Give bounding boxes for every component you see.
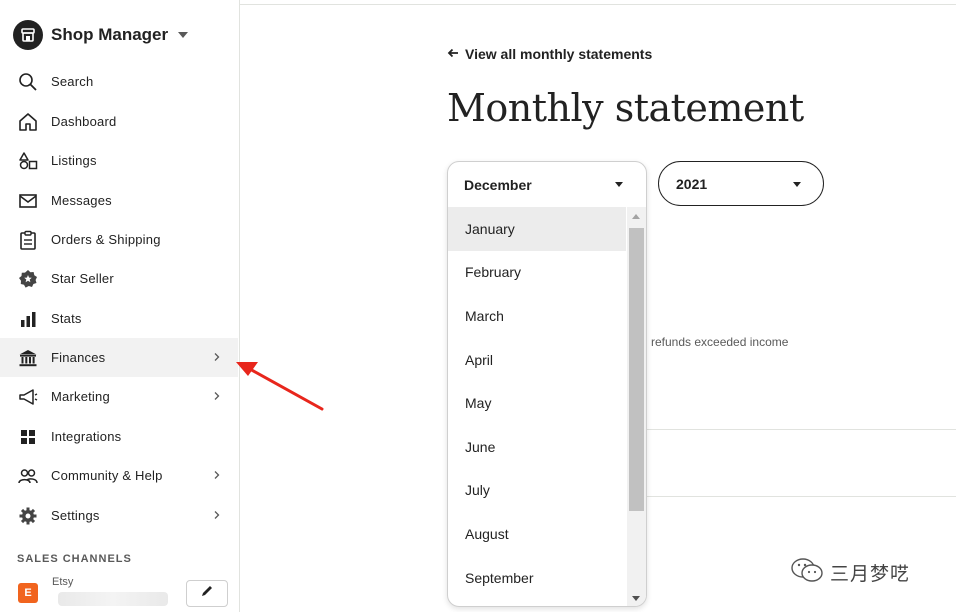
sidebar-item-label: Marketing (51, 389, 110, 404)
etsy-channel-label: Etsy (52, 576, 74, 588)
chevron-right-icon (211, 390, 223, 402)
page-title: Monthly statement (447, 86, 804, 130)
scroll-down-arrow-icon[interactable] (632, 596, 640, 601)
sidebar-item-settings[interactable]: Settings (0, 496, 238, 535)
sidebar-item-label: Stats (51, 311, 82, 326)
sidebar-item-label: Listings (51, 153, 97, 168)
redacted-shop-name (58, 592, 168, 606)
wechat-logo-icon (790, 557, 824, 588)
shop-manager-title: Shop Manager (51, 25, 169, 44)
back-to-statements-link[interactable]: View all monthly statements (447, 46, 652, 62)
month-dropdown-list: January February March April May June Ju… (448, 207, 626, 599)
month-select-selected: December (464, 176, 532, 193)
chevron-right-icon (211, 351, 223, 363)
sidebar-item-messages[interactable]: Messages (0, 181, 238, 220)
caret-down-icon (615, 182, 623, 187)
etsy-badge: E (18, 583, 38, 603)
bank-icon (18, 348, 38, 368)
month-option-july[interactable]: July (448, 469, 626, 513)
scrollbar-thumb[interactable] (629, 228, 644, 511)
pencil-icon (200, 584, 214, 603)
sidebar-item-label: Search (51, 74, 94, 89)
sidebar-item-label: Messages (51, 193, 112, 208)
chevron-right-icon (211, 509, 223, 521)
sidebar-item-finances[interactable]: Finances (0, 338, 238, 377)
bar-chart-icon (18, 309, 38, 329)
sidebar-item-label: Community & Help (51, 468, 163, 483)
sidebar-item-integrations[interactable]: Integrations (0, 417, 238, 456)
sidebar-item-orders-shipping[interactable]: Orders & Shipping (0, 220, 238, 259)
back-link-label: View all monthly statements (465, 46, 653, 62)
home-icon (18, 112, 38, 132)
caret-down-icon (178, 32, 189, 38)
caret-down-icon (793, 182, 801, 187)
sidebar-item-search[interactable]: Search (0, 62, 238, 101)
search-icon (18, 72, 38, 92)
month-option-may[interactable]: May (448, 381, 626, 425)
year-select-value: 2021 (676, 175, 708, 192)
sales-channel-etsy[interactable]: E Etsy (18, 576, 168, 606)
watermark: 三月梦呓 (790, 557, 910, 588)
sidebar-item-label: Star Seller (51, 271, 114, 286)
month-option-august[interactable]: August (448, 512, 626, 556)
top-border (240, 4, 956, 5)
shop-manager-menu[interactable]: Shop Manager (13, 20, 189, 50)
chevron-right-icon (211, 469, 223, 481)
gear-icon (18, 506, 38, 526)
sidebar-item-label: Settings (51, 508, 100, 523)
month-option-march[interactable]: March (448, 294, 626, 338)
sidebar-item-star-seller[interactable]: Star Seller (0, 259, 238, 298)
month-option-april[interactable]: April (448, 338, 626, 382)
scroll-up-arrow-icon[interactable] (632, 214, 640, 219)
grid-icon (18, 427, 38, 447)
edit-channel-button[interactable] (186, 580, 228, 607)
month-option-september[interactable]: September (448, 556, 626, 600)
sidebar: Shop Manager Search Dashboard Listings M… (0, 0, 240, 612)
sidebar-item-label: Integrations (51, 429, 122, 444)
month-select[interactable]: December January February March April Ma… (447, 161, 647, 607)
storefront-icon (13, 20, 43, 50)
month-option-february[interactable]: February (448, 251, 626, 295)
sidebar-item-marketing[interactable]: Marketing (0, 377, 238, 416)
month-option-january[interactable]: January (448, 207, 626, 251)
month-option-june[interactable]: June (448, 425, 626, 469)
watermark-text: 三月梦呓 (830, 563, 911, 585)
megaphone-icon (18, 387, 38, 407)
people-icon (18, 466, 38, 486)
refund-note: refunds exceeded income (651, 335, 789, 349)
sidebar-item-label: Finances (51, 350, 106, 365)
divider (647, 429, 956, 430)
year-select[interactable]: 2021 (658, 161, 824, 206)
sidebar-item-listings[interactable]: Listings (0, 141, 238, 180)
envelope-icon (18, 191, 38, 211)
month-select-value[interactable]: December (448, 162, 646, 207)
annotation-arrow-icon (236, 362, 324, 411)
sidebar-item-label: Orders & Shipping (51, 232, 161, 247)
sidebar-item-label: Dashboard (51, 114, 117, 129)
sidebar-item-stats[interactable]: Stats (0, 299, 238, 338)
sidebar-item-dashboard[interactable]: Dashboard (0, 102, 238, 141)
clipboard-icon (18, 230, 38, 250)
shapes-icon (18, 151, 38, 171)
divider (647, 496, 956, 497)
arrow-left-icon (447, 46, 459, 62)
sales-channels-heading: SALES CHANNELS (17, 553, 132, 565)
star-badge-icon (18, 269, 38, 289)
sidebar-item-community-help[interactable]: Community & Help (0, 456, 238, 495)
